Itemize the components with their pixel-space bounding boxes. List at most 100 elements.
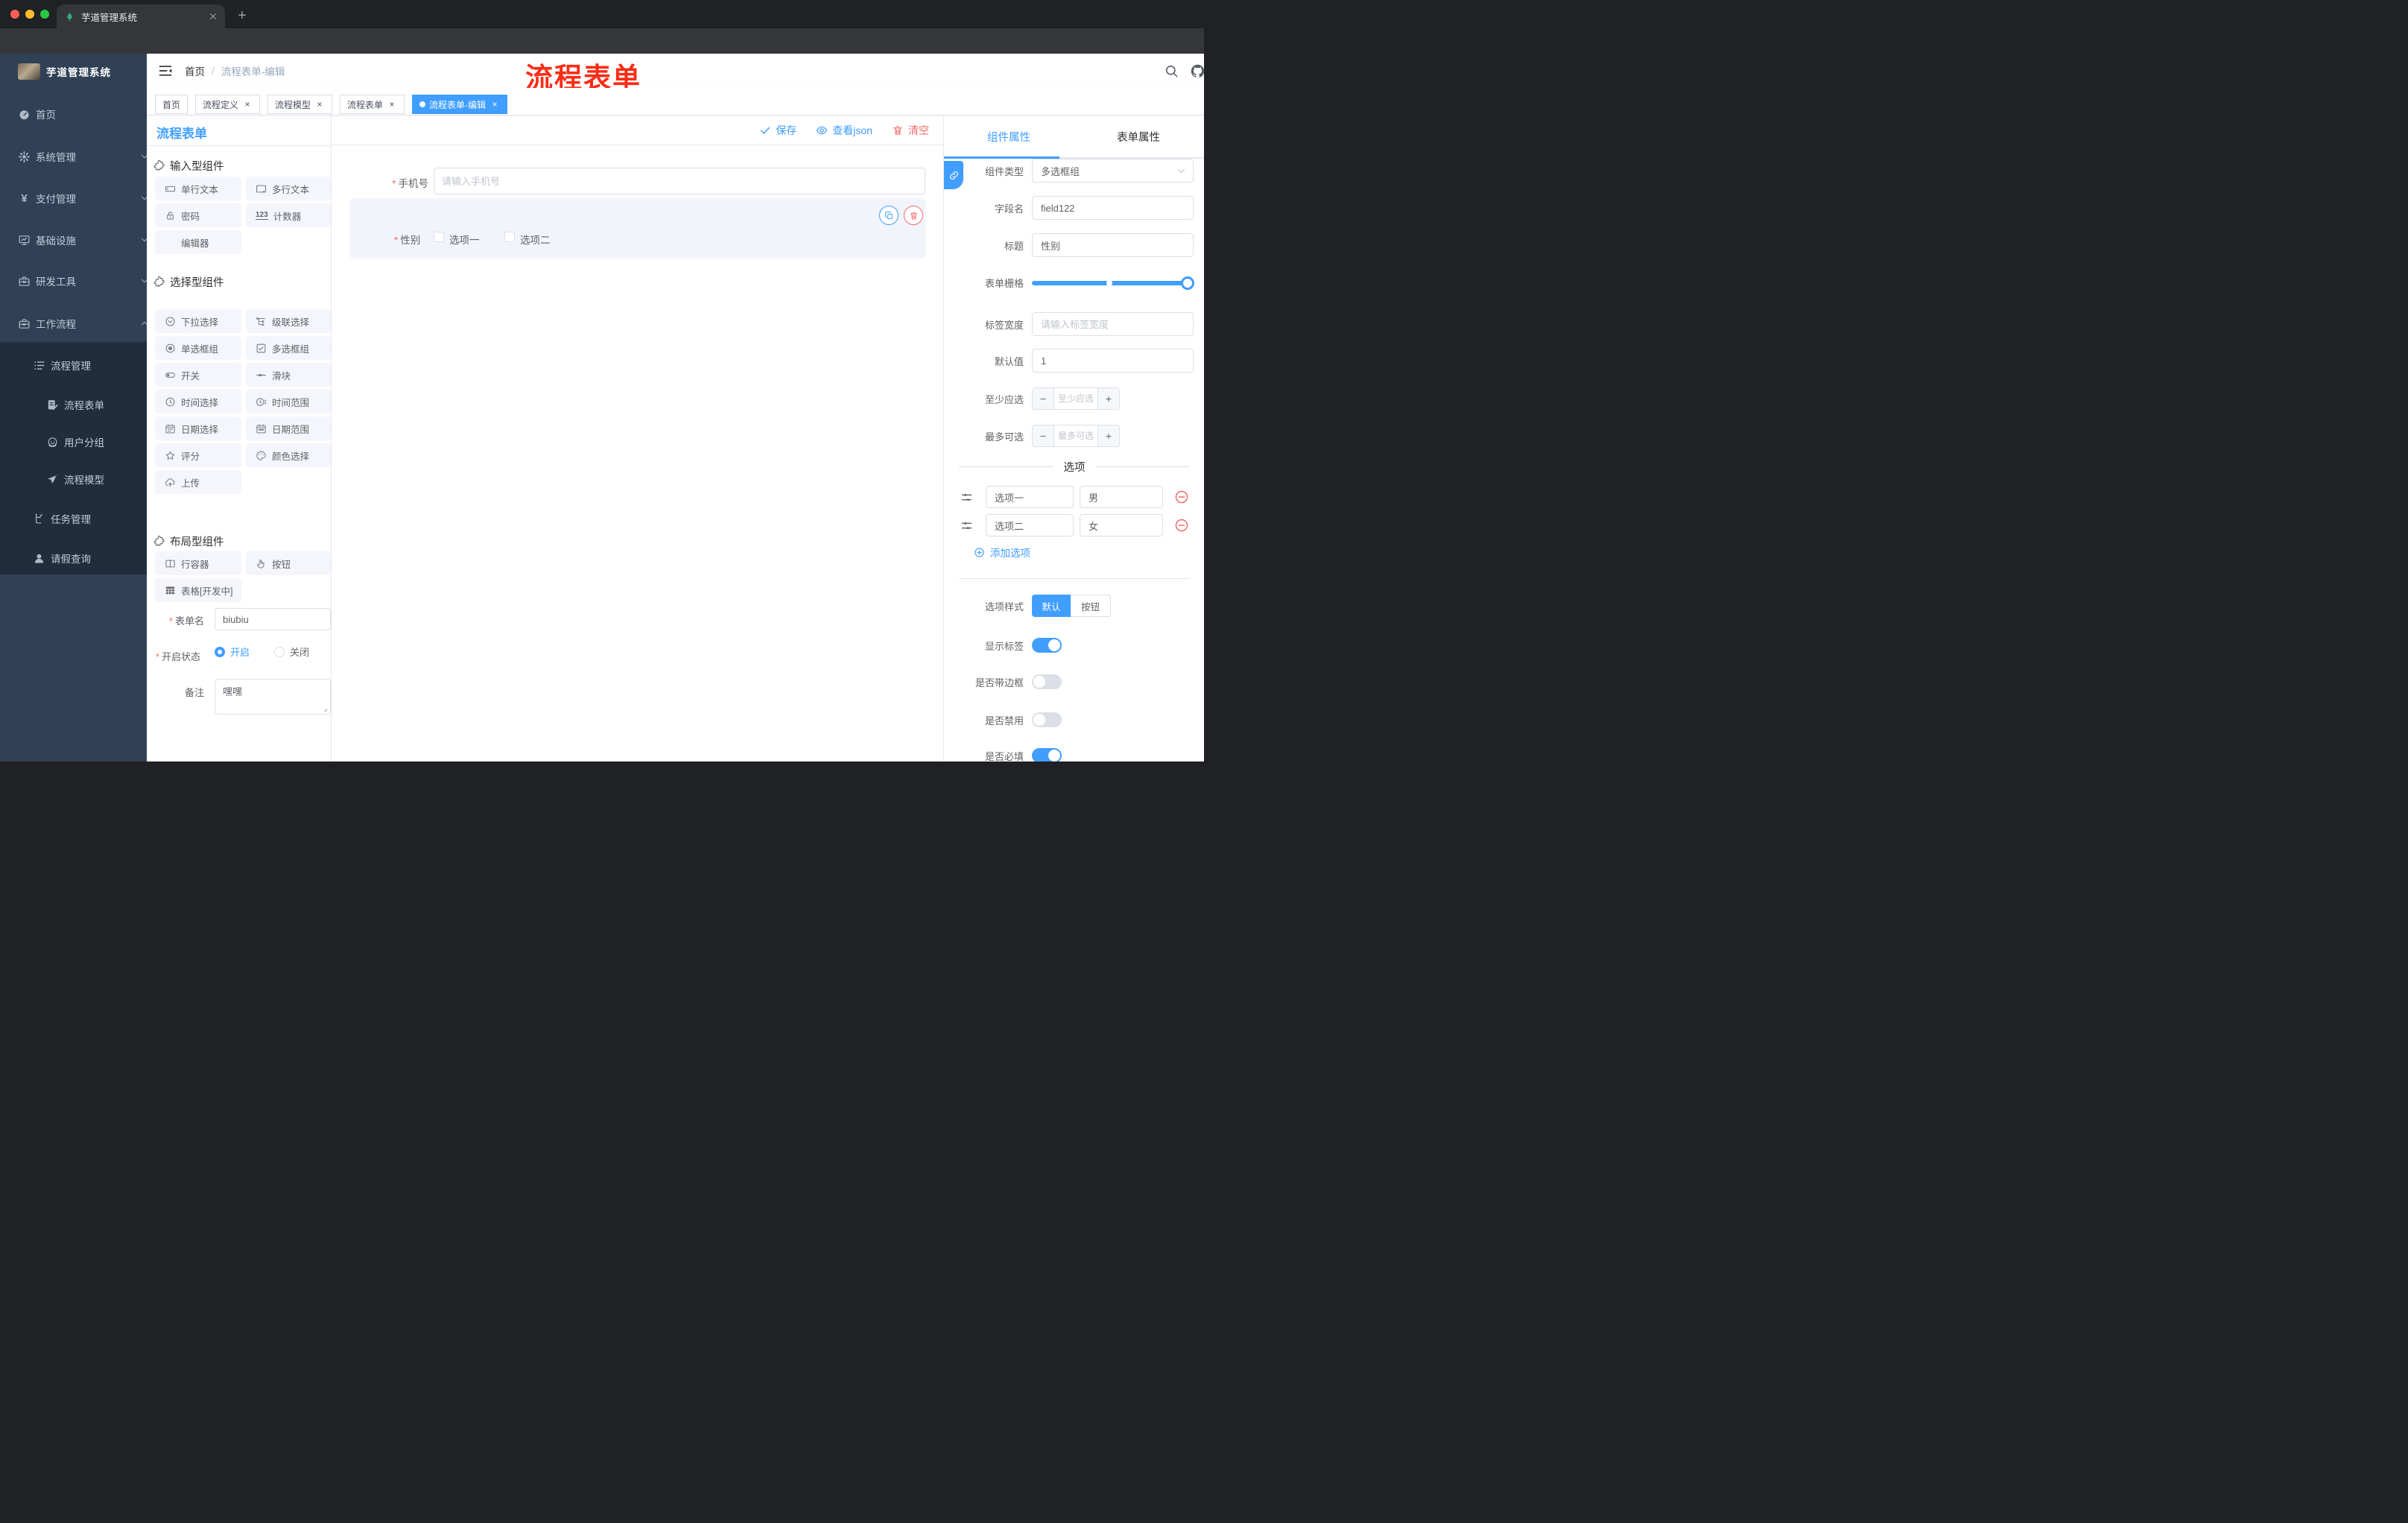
sidebar-item-payment[interactable]: ¥ 支付管理 bbox=[0, 180, 165, 217]
component-textarea[interactable]: 多行文本 bbox=[246, 177, 331, 200]
component-select[interactable]: 下拉选择 bbox=[155, 309, 241, 333]
copy-field-button[interactable] bbox=[879, 206, 899, 225]
increase-button[interactable]: + bbox=[1097, 425, 1119, 446]
remove-option-icon[interactable] bbox=[1174, 490, 1189, 504]
add-option-button[interactable]: 添加选项 bbox=[974, 545, 1030, 560]
radio-selected-icon[interactable] bbox=[215, 646, 225, 657]
phone-input[interactable] bbox=[434, 168, 925, 194]
component-table[interactable]: 表格[开发中] bbox=[155, 578, 241, 602]
default-value-input[interactable] bbox=[1032, 349, 1194, 373]
radio-unselected-icon[interactable] bbox=[274, 646, 285, 657]
component-password[interactable]: 密码 bbox=[155, 203, 241, 227]
component-time-range[interactable]: 时间范围 bbox=[246, 390, 331, 414]
resize-handle-icon[interactable] bbox=[320, 705, 328, 712]
tag-home[interactable]: 首页 bbox=[155, 95, 188, 114]
browser-tab[interactable]: 芋道管理系统 bbox=[57, 4, 225, 28]
clear-button[interactable]: 清空 bbox=[892, 123, 929, 138]
option2-value-input[interactable] bbox=[1080, 514, 1163, 536]
max-select-input[interactable] bbox=[1054, 425, 1097, 446]
gender-field-label: * 性别 bbox=[394, 235, 421, 246]
close-icon[interactable]: × bbox=[314, 99, 325, 110]
sidebar-item-infrastructure[interactable]: 基础设施 bbox=[0, 221, 165, 259]
component-type-select[interactable]: 多选框组 bbox=[1032, 159, 1194, 183]
sidebar-collapse-icon[interactable] bbox=[158, 63, 173, 78]
github-icon[interactable] bbox=[1190, 63, 1204, 79]
component-date-picker[interactable]: 日期选择 bbox=[155, 417, 241, 440]
tab-form-props[interactable]: 表单属性 bbox=[1074, 115, 1203, 157]
form-remark-textarea[interactable] bbox=[215, 679, 331, 715]
close-icon[interactable]: × bbox=[242, 99, 253, 110]
sidebar-item-home[interactable]: 首页 bbox=[0, 95, 165, 133]
select-components-grid: 下拉选择 级联选择 单选框组 多选框组 开关 滑块 时间选择 时间范围 日期选择… bbox=[155, 309, 331, 494]
option1-label-input[interactable] bbox=[986, 486, 1074, 508]
tag-process-form[interactable]: 流程表单 × bbox=[340, 95, 405, 114]
min-select-input[interactable] bbox=[1054, 388, 1097, 409]
breadcrumb-home[interactable]: 首页 bbox=[185, 63, 205, 78]
sidebar-item-workflow[interactable]: 工作流程 bbox=[0, 305, 165, 342]
option1-value-input[interactable] bbox=[1080, 486, 1163, 508]
user-icon bbox=[33, 552, 45, 565]
slider-track[interactable] bbox=[1032, 280, 1193, 285]
component-rate[interactable]: 评分 bbox=[155, 443, 241, 467]
increase-button[interactable]: + bbox=[1097, 388, 1119, 409]
decrease-button[interactable]: − bbox=[1033, 425, 1054, 446]
option2-label-input[interactable] bbox=[986, 514, 1074, 536]
view-json-button[interactable]: 查看json bbox=[816, 123, 872, 138]
field-name-input[interactable] bbox=[1032, 196, 1194, 220]
style-default-button[interactable]: 默认 bbox=[1032, 595, 1071, 617]
drag-handle-icon[interactable] bbox=[960, 519, 973, 532]
delete-field-button[interactable] bbox=[904, 206, 923, 225]
grid-slider[interactable] bbox=[1032, 276, 1194, 290]
component-checkbox-group[interactable]: 多选框组 bbox=[246, 336, 331, 360]
show-label-toggle[interactable] bbox=[1032, 638, 1062, 653]
tab-close-icon[interactable] bbox=[209, 12, 218, 21]
sidebar-item-devtools[interactable]: 研发工具 bbox=[0, 262, 165, 300]
border-toggle[interactable] bbox=[1032, 674, 1062, 689]
style-button-button[interactable]: 按钮 bbox=[1071, 595, 1111, 617]
component-slider[interactable]: 滑块 bbox=[246, 363, 331, 387]
calendar-range-icon bbox=[256, 423, 267, 434]
new-tab-button[interactable]: + bbox=[232, 6, 252, 25]
remove-option-icon[interactable] bbox=[1174, 518, 1189, 533]
drag-handle-icon[interactable] bbox=[960, 491, 973, 504]
component-radio-group[interactable]: 单选框组 bbox=[155, 336, 241, 360]
title-input[interactable] bbox=[1032, 233, 1194, 257]
component-time-picker[interactable]: 时间选择 bbox=[155, 390, 241, 414]
component-upload[interactable]: 上传 bbox=[155, 470, 241, 494]
component-button[interactable]: 按钮 bbox=[246, 551, 331, 575]
checkbox-option1[interactable] bbox=[434, 232, 444, 242]
disabled-toggle[interactable] bbox=[1032, 712, 1062, 727]
status-radio-off[interactable]: 关闭 bbox=[274, 645, 309, 659]
tree-icon bbox=[33, 513, 45, 525]
component-date-range[interactable]: 日期范围 bbox=[246, 417, 331, 440]
label-width-input[interactable] bbox=[1032, 312, 1194, 336]
sidebar-item-system[interactable]: 系统管理 bbox=[0, 138, 165, 175]
close-icon[interactable]: × bbox=[489, 99, 500, 110]
component-editor[interactable]: 编辑器 bbox=[155, 230, 241, 254]
tab-component-props[interactable]: 组件属性 bbox=[944, 115, 1074, 157]
tag-process-definition[interactable]: 流程定义 × bbox=[195, 95, 261, 114]
checkbox-option2[interactable] bbox=[504, 232, 515, 242]
close-icon[interactable]: × bbox=[387, 99, 397, 110]
window-close-button[interactable] bbox=[10, 10, 19, 19]
window-zoom-button[interactable] bbox=[40, 10, 49, 19]
search-icon[interactable] bbox=[1165, 64, 1179, 78]
component-counter[interactable]: 123 计数器 bbox=[246, 203, 331, 227]
required-toggle[interactable] bbox=[1032, 748, 1062, 762]
component-text-field[interactable]: 单行文本 bbox=[155, 177, 241, 200]
form-name-input[interactable] bbox=[215, 608, 331, 630]
app-header: 首页 / 流程表单-编辑 流程表单 тT bbox=[147, 54, 1204, 93]
component-color-picker[interactable]: 颜色选择 bbox=[246, 443, 331, 467]
status-radio-on[interactable]: 开启 bbox=[215, 645, 250, 659]
save-button[interactable]: 保存 bbox=[759, 123, 796, 138]
selected-field-block[interactable]: * 性别 选项一 选项二 bbox=[349, 198, 925, 259]
decrease-button[interactable]: − bbox=[1033, 388, 1054, 409]
sidebar-logo[interactable]: 芋道管理系统 bbox=[0, 54, 147, 89]
tag-process-model[interactable]: 流程模型 × bbox=[267, 95, 333, 114]
component-cascader[interactable]: 级联选择 bbox=[246, 309, 331, 333]
component-switch[interactable]: 开关 bbox=[155, 363, 241, 387]
window-minimize-button[interactable] bbox=[25, 10, 34, 19]
tag-process-form-edit[interactable]: 流程表单-编辑 × bbox=[412, 95, 507, 114]
slider-handle[interactable] bbox=[1181, 276, 1194, 290]
component-row-container[interactable]: 行容器 bbox=[155, 551, 241, 575]
